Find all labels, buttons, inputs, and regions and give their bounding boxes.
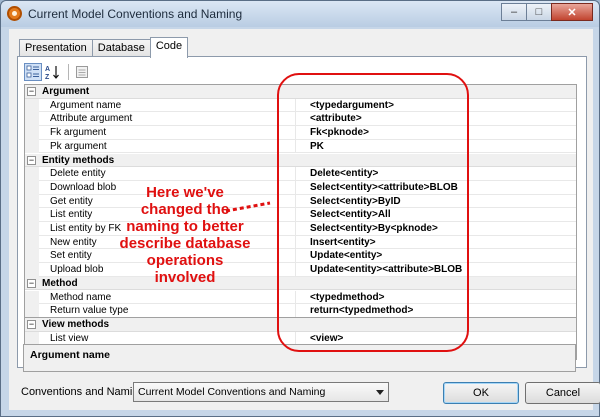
tab-presentation[interactable]: Presentation	[19, 39, 93, 57]
annotation-line: naming to better	[126, 218, 244, 235]
property-name: Pk argument	[39, 140, 295, 154]
highlight-oval	[277, 73, 469, 352]
minimize-button[interactable]: ‒	[501, 3, 527, 21]
annotation-line: Here we've	[146, 184, 224, 201]
tab-database[interactable]: Database	[91, 39, 151, 57]
property-name: Fk argument	[39, 126, 295, 140]
app-icon	[7, 6, 22, 21]
tab-code[interactable]: Code	[149, 37, 189, 58]
window-controls: ‒ □ ✕	[501, 3, 593, 21]
svg-text:Z: Z	[45, 74, 50, 80]
toolbar-separator	[68, 64, 69, 80]
window-title: Current Model Conventions and Naming	[28, 7, 243, 21]
property-pages-icon[interactable]	[73, 63, 91, 81]
alphabetical-sort-icon[interactable]: A Z	[44, 63, 62, 81]
annotation-callout: Here we've changed the naming to better …	[110, 184, 260, 286]
annotation-line: describe database	[119, 235, 251, 252]
description-title: Argument name	[30, 349, 110, 361]
property-grid-toolbar: A Z	[24, 62, 93, 82]
annotation-line: changed the	[140, 201, 230, 218]
property-name: Return value type	[39, 304, 295, 317]
conventions-label: Conventions and Naming:	[21, 386, 148, 398]
annotation-line: operations	[146, 252, 224, 269]
chevron-down-icon[interactable]	[376, 390, 384, 395]
property-name: Method name	[39, 291, 295, 305]
conventions-select[interactable]: Current Model Conventions and Naming	[133, 382, 389, 402]
conventions-select-value: Current Model Conventions and Naming	[138, 386, 326, 398]
categorized-view-icon[interactable]	[24, 63, 42, 81]
tab-strip: Presentation Database Code	[19, 37, 189, 58]
svg-text:A: A	[45, 66, 50, 73]
ok-button[interactable]: OK	[443, 382, 519, 404]
annotation-line: involved	[154, 269, 216, 286]
title-bar[interactable]: Current Model Conventions and Naming ‒ □…	[1, 1, 599, 27]
close-button[interactable]: ✕	[551, 3, 593, 21]
maximize-button[interactable]: □	[526, 3, 552, 21]
property-name: Attribute argument	[39, 112, 295, 127]
cancel-button[interactable]: Cancel	[525, 382, 600, 404]
property-name: Argument name	[39, 99, 295, 113]
property-name: Delete entity	[39, 167, 295, 181]
